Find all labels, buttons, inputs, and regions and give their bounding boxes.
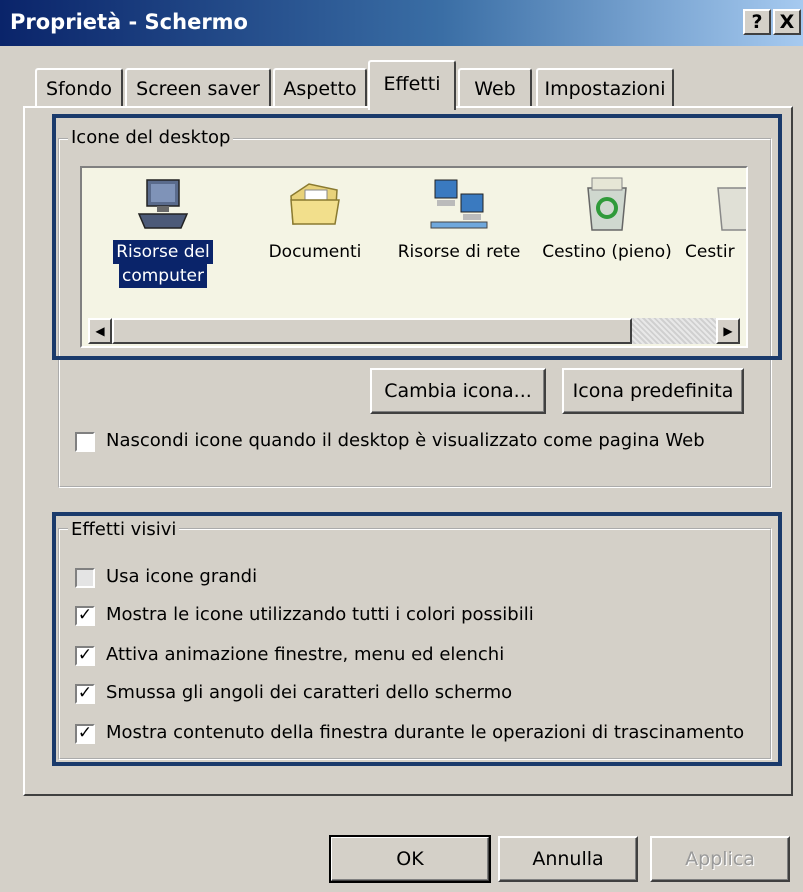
- all-colors-checkbox[interactable]: ✓: [75, 606, 95, 626]
- use-large-icons-checkbox[interactable]: [75, 568, 95, 588]
- use-large-icons-label[interactable]: Usa icone grandi: [106, 566, 257, 587]
- cancel-button[interactable]: Annulla: [498, 836, 638, 882]
- apply-button[interactable]: Applica: [650, 836, 790, 882]
- tab-web[interactable]: Web: [458, 68, 532, 108]
- change-icon-button[interactable]: Cambia icona...: [370, 368, 546, 414]
- help-button[interactable]: ?: [743, 9, 771, 35]
- computer-icon: [137, 179, 189, 229]
- recycle-bin-full-icon: [587, 177, 627, 231]
- folder-icon: [290, 183, 340, 225]
- network-icon: [430, 179, 488, 229]
- show-window-contents-checkbox[interactable]: ✓: [75, 724, 95, 744]
- hide-icons-label[interactable]: Nascondi icone quando il desktop è visua…: [106, 430, 705, 451]
- visual-effects-group-label: Effetti visivi: [68, 519, 180, 540]
- tab-effetti[interactable]: Effetti: [368, 60, 456, 110]
- title-bar[interactable]: Proprietà - Schermo ? X: [0, 0, 803, 46]
- icon-item-recycle-bin-empty[interactable]: Cestir: [682, 174, 746, 264]
- horizontal-scrollbar[interactable]: ◀ ▶: [88, 318, 740, 344]
- icon-caption: Cestir: [685, 242, 735, 262]
- all-colors-label[interactable]: Mostra le icone utilizzando tutti i colo…: [106, 604, 534, 625]
- icon-caption: Cestino (pieno): [542, 242, 672, 262]
- ok-button[interactable]: OK: [329, 835, 491, 883]
- icon-caption: Risorse di rete: [397, 242, 521, 262]
- tab-aspetto[interactable]: Aspetto: [273, 68, 367, 108]
- animation-label[interactable]: Attiva animazione finestre, menu ed elen…: [106, 644, 504, 665]
- tab-sfondo[interactable]: Sfondo: [35, 68, 123, 108]
- tab-screen-saver[interactable]: Screen saver: [125, 68, 271, 108]
- scroll-right-arrow-icon[interactable]: ▶: [716, 318, 740, 344]
- default-icon-button[interactable]: Icona predefinita: [562, 368, 744, 414]
- tab-impostazioni[interactable]: Impostazioni: [536, 68, 674, 108]
- close-button[interactable]: X: [773, 9, 801, 35]
- desktop-icons-group-label: Icone del desktop: [68, 127, 234, 148]
- smooth-fonts-checkbox[interactable]: ✓: [75, 684, 95, 704]
- icon-item-documents[interactable]: Documenti: [250, 174, 380, 264]
- recycle-bin-empty-icon: [717, 187, 746, 231]
- scroll-left-arrow-icon[interactable]: ◀: [88, 318, 112, 344]
- icon-item-computer[interactable]: Risorse del computer: [98, 174, 228, 288]
- icon-item-network[interactable]: Risorse di rete: [388, 174, 530, 264]
- hide-icons-checkbox[interactable]: [75, 432, 95, 452]
- icon-caption: Documenti: [268, 242, 362, 262]
- icon-item-recycle-bin-full[interactable]: Cestino (pieno): [532, 174, 682, 264]
- smooth-fonts-label[interactable]: Smussa gli angoli dei caratteri dello sc…: [106, 682, 512, 703]
- window-title: Proprietà - Schermo: [10, 10, 248, 34]
- scroll-thumb[interactable]: [112, 318, 632, 344]
- animation-checkbox[interactable]: ✓: [75, 646, 95, 666]
- icon-caption: Risorse del: [113, 240, 213, 264]
- show-window-contents-label[interactable]: Mostra contenuto della finestra durante …: [106, 722, 744, 743]
- icon-caption-line2: computer: [119, 264, 207, 288]
